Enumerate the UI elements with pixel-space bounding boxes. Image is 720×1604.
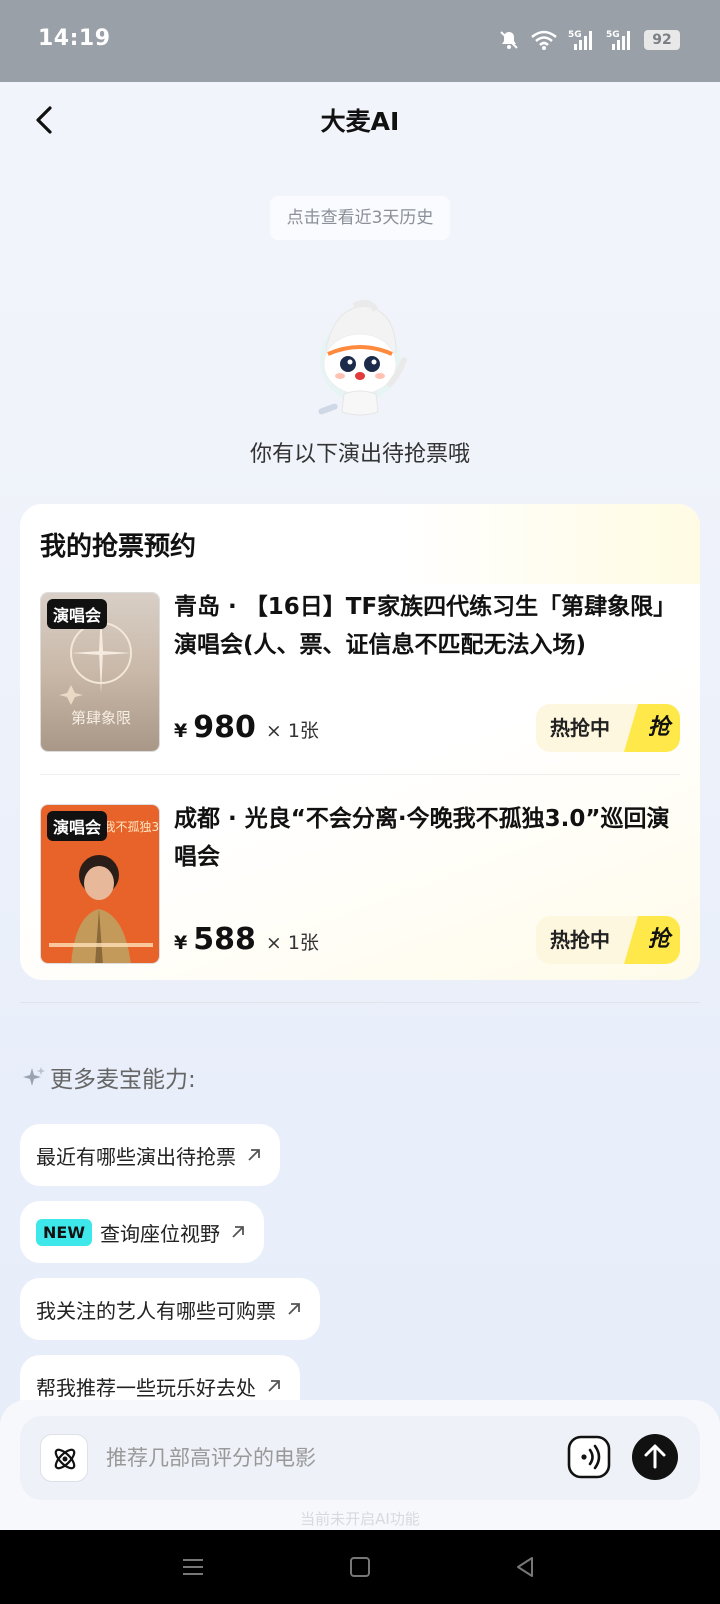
suggestion-chip[interactable]: 我关注的艺人有哪些可购票 <box>20 1278 320 1340</box>
mute-icon <box>500 31 518 49</box>
event-poster[interactable]: 今晚我不孤独3.0 演唱会 <box>40 804 160 964</box>
price-row: ¥ 588 × 1张 <box>174 922 319 957</box>
event-title[interactable]: 成都 · 光良“不会分离·今晚我不孤独3.0”巡回演唱会 <box>174 800 674 876</box>
home-square-icon <box>350 1557 370 1577</box>
event-title[interactable]: 青岛 · 【16日】TF家族四代练习生「第肆象限」演唱会(人、票、证信息不匹配无… <box>174 588 674 664</box>
signal-icon-1: 5G <box>568 30 592 50</box>
category-tag: 演唱会 <box>47 599 108 629</box>
grab-status-label: 热抢中 <box>550 928 610 952</box>
new-badge: NEW <box>36 1218 92 1246</box>
voice-button[interactable] <box>566 1434 612 1480</box>
page-header: 大麦AI <box>0 82 720 160</box>
suggestion-chip[interactable]: NEW 查询座位视野 <box>20 1201 264 1263</box>
suggestion-label: 帮我推荐一些玩乐好去处 <box>36 1375 256 1400</box>
arrow-up-right-icon <box>288 1303 300 1315</box>
more-abilities-heading: 更多麦宝能力: <box>22 1060 196 1094</box>
booking-card: 我的抢票预约 第肆象限 演唱会 青岛 · 【16日】TF家族四代练习生「第肆象限… <box>20 504 700 980</box>
item-divider <box>40 774 680 775</box>
arrow-up-right-icon <box>268 1380 280 1392</box>
chat-input[interactable] <box>106 1434 526 1482</box>
nav-back-button[interactable] <box>510 1552 540 1582</box>
suggestion-chip[interactable]: 最近有哪些演出待抢票 <box>20 1124 280 1186</box>
page-title: 大麦AI <box>320 107 400 136</box>
status-time: 14:19 <box>38 26 111 51</box>
voice-icon <box>567 1435 611 1479</box>
ai-status-note: 当前未开启AI功能 <box>300 1510 420 1528</box>
status-bar: 14:19 5G 5G 92 <box>0 0 720 82</box>
price-symbol: ¥ <box>174 720 188 742</box>
mascot-illustration <box>318 300 407 416</box>
svg-text:5G: 5G <box>606 30 620 40</box>
wifi-icon <box>531 30 557 50</box>
ticket-quantity: × 1张 <box>265 932 319 954</box>
sparkle-icon <box>23 1067 45 1086</box>
system-nav-bar <box>0 1530 720 1604</box>
svg-text:5G: 5G <box>568 30 582 40</box>
subtitle: 你有以下演出待抢票哦 <box>249 442 470 467</box>
ai-mode-button[interactable] <box>40 1434 88 1482</box>
price-value: 588 <box>193 922 256 957</box>
recent-apps-button[interactable] <box>178 1552 208 1582</box>
booking-item[interactable]: 今晚我不孤独3.0 演唱会 成都 · 光良“不会分离·今晚我不孤独3.0”巡回演… <box>40 800 680 970</box>
atom-icon <box>54 1448 76 1470</box>
category-tag: 演唱会 <box>47 811 108 841</box>
grab-icon: 抢 <box>647 715 670 740</box>
signal-icon-2: 5G <box>606 30 630 50</box>
card-title: 我的抢票预约 <box>40 532 197 562</box>
arrow-up-icon <box>644 1444 666 1469</box>
ticket-quantity: × 1张 <box>265 720 319 742</box>
status-icons: 5G 5G 92 <box>498 26 680 54</box>
suggestion-label: 我关注的艺人有哪些可购票 <box>36 1298 276 1323</box>
grab-icon: 抢 <box>647 927 670 952</box>
suggestion-label: 最近有哪些演出待抢票 <box>36 1144 236 1169</box>
history-button[interactable]: 点击查看近3天历史 <box>270 196 450 240</box>
card-glow <box>400 504 700 584</box>
more-abilities-label: 更多麦宝能力: <box>50 1067 196 1093</box>
grab-status-label: 热抢中 <box>550 716 610 740</box>
section-divider <box>20 1002 700 1003</box>
suggestion-label: 查询座位视野 <box>99 1221 220 1246</box>
input-bar <box>20 1416 700 1500</box>
price-symbol: ¥ <box>174 932 188 954</box>
grab-ticket-button[interactable]: 热抢中 抢 <box>536 704 680 752</box>
home-button[interactable] <box>345 1552 375 1582</box>
back-triangle-icon <box>517 1557 533 1577</box>
booking-item[interactable]: 第肆象限 演唱会 青岛 · 【16日】TF家族四代练习生「第肆象限」演唱会(人、… <box>40 588 680 758</box>
battery-indicator: 92 <box>644 30 680 50</box>
poster-title-text: 第肆象限 <box>71 709 131 727</box>
event-poster[interactable]: 第肆象限 演唱会 <box>40 592 160 752</box>
price-row: ¥ 980 × 1张 <box>174 710 319 745</box>
price-value: 980 <box>193 710 256 745</box>
arrow-up-right-icon <box>248 1149 260 1161</box>
send-button[interactable] <box>632 1434 678 1480</box>
grab-ticket-button[interactable]: 热抢中 抢 <box>536 916 680 964</box>
menu-icon <box>183 1559 203 1575</box>
arrow-up-right-icon <box>232 1226 244 1238</box>
